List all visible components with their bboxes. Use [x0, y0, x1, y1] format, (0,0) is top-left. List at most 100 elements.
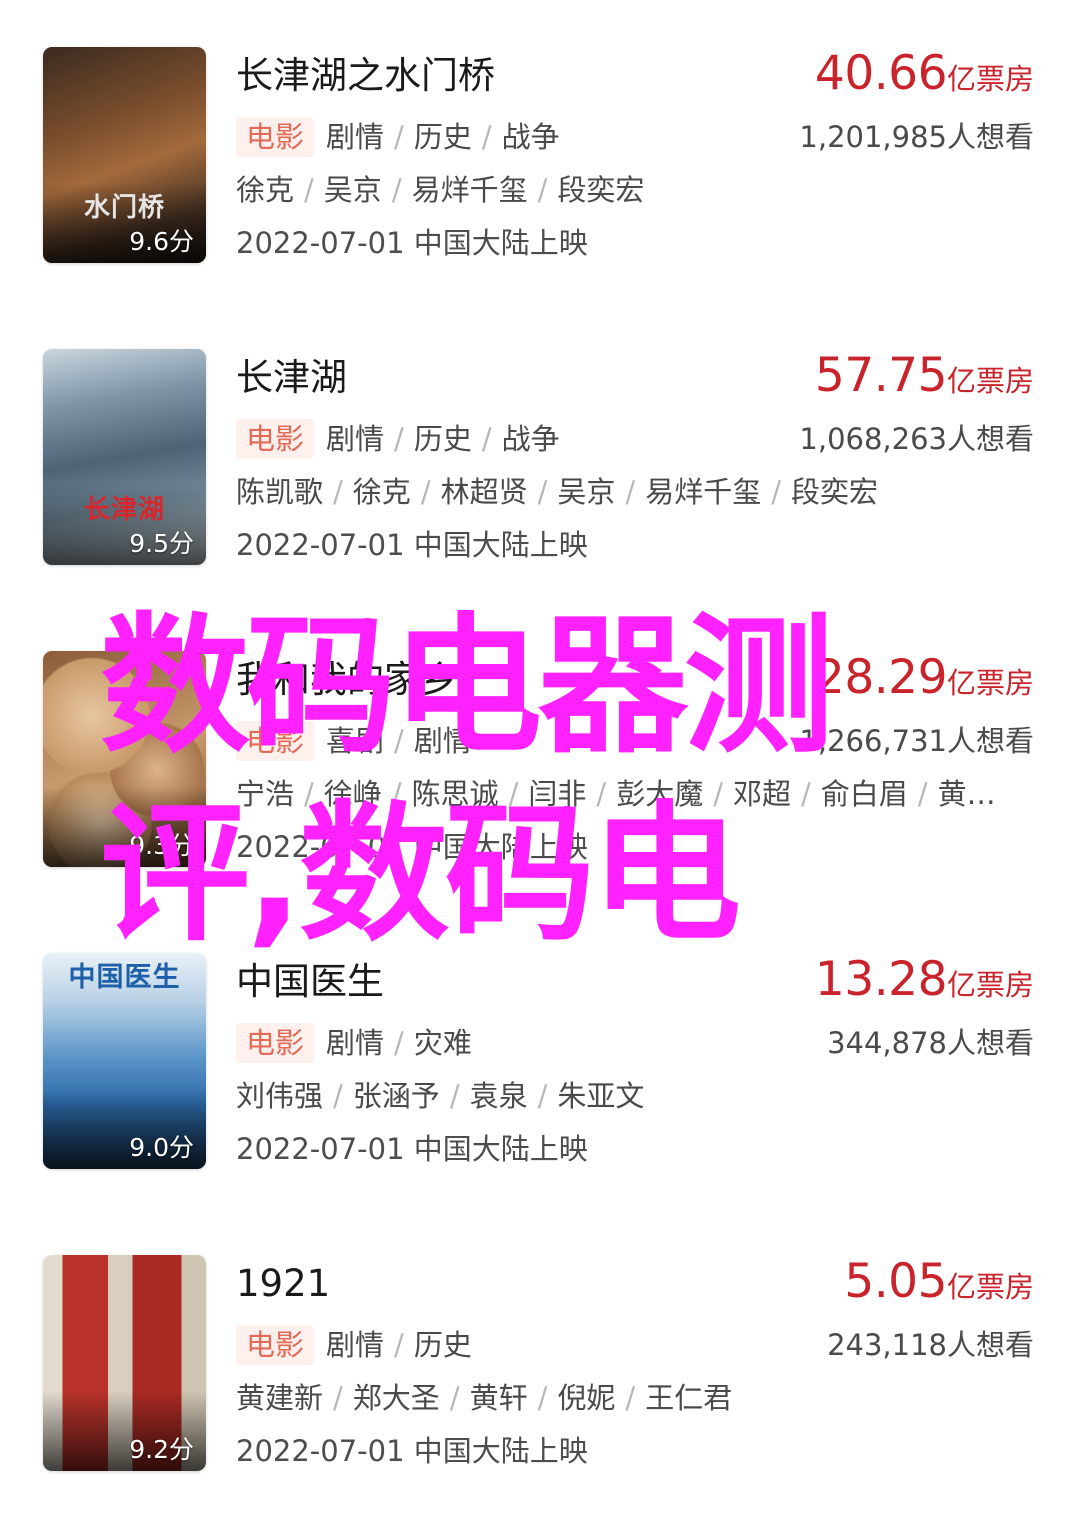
separator: /	[481, 422, 492, 456]
cast-member: 郑大圣	[352, 1381, 440, 1415]
movie-item[interactable]: 9.2分 1921 5.05亿票房 电影 剧情 / 历史 243,118人想看 黄建新…	[0, 1255, 1080, 1475]
box-office: 40.66亿票房	[815, 47, 1034, 111]
box-office-value: 28.29	[814, 650, 948, 705]
cast-member: 彭大魔	[616, 777, 704, 811]
box-office: 57.75亿票房	[815, 349, 1034, 413]
separator: /	[420, 475, 431, 509]
movie-poster[interactable]: 9.3分	[43, 651, 206, 867]
separator: /	[394, 422, 404, 456]
separator: /	[481, 120, 492, 154]
movie-title[interactable]: 1921	[236, 1261, 330, 1307]
cast-row: 宁浩 / 徐峥 / 陈思诚 / 闫非 / 彭大魔 / 邓超 / 俞白眉 / 黄…	[236, 774, 996, 814]
separator: /	[449, 1381, 460, 1415]
separator: /	[625, 475, 636, 509]
box-office-value: 40.66	[814, 46, 948, 101]
genre: 历史	[413, 120, 472, 154]
separator: /	[917, 777, 928, 811]
type-tag: 电影	[236, 721, 315, 761]
separator: /	[391, 173, 402, 207]
box-office-unit: 亿票房	[946, 666, 1034, 700]
release-date: 2022-07-01 中国大陆上映	[236, 226, 588, 260]
movie-item[interactable]: 中国医生 9.0分 中国医生 13.28亿票房 电影 剧情 / 灾难 344,878人…	[0, 953, 1080, 1173]
separator: /	[394, 1026, 404, 1060]
separator: /	[391, 777, 402, 811]
separator: /	[771, 475, 781, 509]
cast-member: 刘伟强	[236, 1079, 324, 1113]
box-office-unit: 亿票房	[946, 364, 1034, 398]
cast-member: 段奕宏	[790, 475, 878, 509]
box-office: 28.29亿票房	[815, 651, 1034, 715]
release-date: 2022-07-01 中国大陆上映	[236, 830, 588, 864]
separator: /	[449, 1079, 460, 1113]
type-tag: 电影	[236, 419, 315, 459]
separator: /	[596, 777, 607, 811]
box-office-unit: 亿票房	[946, 968, 1034, 1002]
genre: 剧情	[326, 422, 385, 456]
genre-row: 电影 剧情 / 灾难	[236, 1023, 472, 1063]
cast-member: 黄建新	[236, 1381, 324, 1415]
rating-score: 9.2分	[129, 1435, 194, 1464]
type-tag: 电影	[236, 1023, 315, 1063]
box-office: 13.28亿票房	[815, 953, 1034, 1017]
cast-member: 林超贤	[440, 475, 528, 509]
rating-score: 9.6分	[129, 227, 194, 256]
cast-member: 陈思诚	[411, 777, 499, 811]
want-count: 1,201,985人想看	[799, 120, 1034, 154]
movie-item[interactable]: 9.3分 我和我的家乡 28.29亿票房 电影 喜剧 / 剧情 1,266,731人想…	[0, 651, 1080, 871]
want-count: 243,118人想看	[827, 1328, 1034, 1362]
movie-title[interactable]: 中国医生	[236, 959, 384, 1005]
cast-member: 徐克	[236, 173, 295, 207]
cast-member: 易烊千玺	[645, 475, 762, 509]
movie-poster[interactable]: 长津湖 9.5分	[43, 349, 206, 565]
movie-title[interactable]: 长津湖之水门桥	[236, 53, 495, 99]
separator: /	[801, 777, 811, 811]
separator: /	[537, 475, 548, 509]
movie-list: 水门桥 9.6分 长津湖之水门桥 40.66亿票房 电影 剧情 / 历史 / 战争 1,2…	[0, 0, 1080, 1520]
movie-poster[interactable]: 9.2分	[43, 1255, 206, 1471]
cast-row: 徐克 / 吴京 / 易烊千玺 / 段奕宏	[236, 170, 644, 210]
separator: /	[394, 724, 404, 758]
box-office-value: 5.05	[844, 1254, 947, 1309]
genre: 剧情	[326, 120, 385, 154]
cast-member: 易烊千玺	[411, 173, 528, 207]
movie-title[interactable]: 长津湖	[236, 355, 347, 401]
cast-member: 倪妮	[557, 1381, 616, 1415]
type-tag: 电影	[236, 1325, 315, 1365]
movie-title[interactable]: 我和我的家乡	[236, 657, 458, 703]
cast-member: 吴京	[323, 173, 382, 207]
separator: /	[333, 1381, 343, 1415]
poster-title: 中国医生	[68, 962, 181, 993]
movie-poster[interactable]: 水门桥 9.6分	[43, 47, 206, 263]
want-count: 1,068,263人想看	[799, 422, 1034, 456]
genre: 剧情	[413, 724, 472, 758]
movie-item[interactable]: 水门桥 9.6分 长津湖之水门桥 40.66亿票房 电影 剧情 / 历史 / 战争 1,2…	[0, 47, 1080, 267]
cast-row: 刘伟强 / 张涵予 / 袁泉 / 朱亚文	[236, 1076, 644, 1116]
release-date: 2022-07-01 中国大陆上映	[236, 528, 588, 562]
movie-poster[interactable]: 中国医生 9.0分	[43, 953, 206, 1169]
cast-member: 宁浩	[236, 777, 295, 811]
cast-member: 陈凯歌	[236, 475, 324, 509]
rating-score: 9.0分	[129, 1133, 194, 1162]
rating-score: 9.5分	[129, 529, 194, 558]
separator: /	[333, 1079, 343, 1113]
box-office-value: 13.28	[814, 952, 948, 1007]
box-office-value: 57.75	[814, 348, 948, 403]
cast-member: 徐克	[352, 475, 411, 509]
type-tag: 电影	[236, 117, 315, 157]
want-count: 1,266,731人想看	[799, 724, 1034, 758]
cast-member: 徐峥	[323, 777, 382, 811]
separator: /	[333, 475, 343, 509]
genre: 剧情	[326, 1328, 385, 1362]
want-count: 344,878人想看	[827, 1026, 1034, 1060]
cast-row: 陈凯歌 / 徐克 / 林超贤 / 吴京 / 易烊千玺 / 段奕宏	[236, 472, 878, 512]
genre: 历史	[413, 422, 472, 456]
separator: /	[394, 1328, 404, 1362]
cast-member: 王仁君	[645, 1381, 733, 1415]
movie-item[interactable]: 长津湖 9.5分 长津湖 57.75亿票房 电影 剧情 / 历史 / 战争 1,068,2…	[0, 349, 1080, 569]
cast-row: 黄建新 / 郑大圣 / 黄轩 / 倪妮 / 王仁君	[236, 1378, 732, 1418]
genre: 灾难	[413, 1026, 472, 1060]
genre: 剧情	[326, 1026, 385, 1060]
cast-member: 袁泉	[469, 1079, 528, 1113]
box-office-unit: 亿票房	[946, 62, 1034, 96]
rating-score: 9.3分	[129, 831, 194, 860]
